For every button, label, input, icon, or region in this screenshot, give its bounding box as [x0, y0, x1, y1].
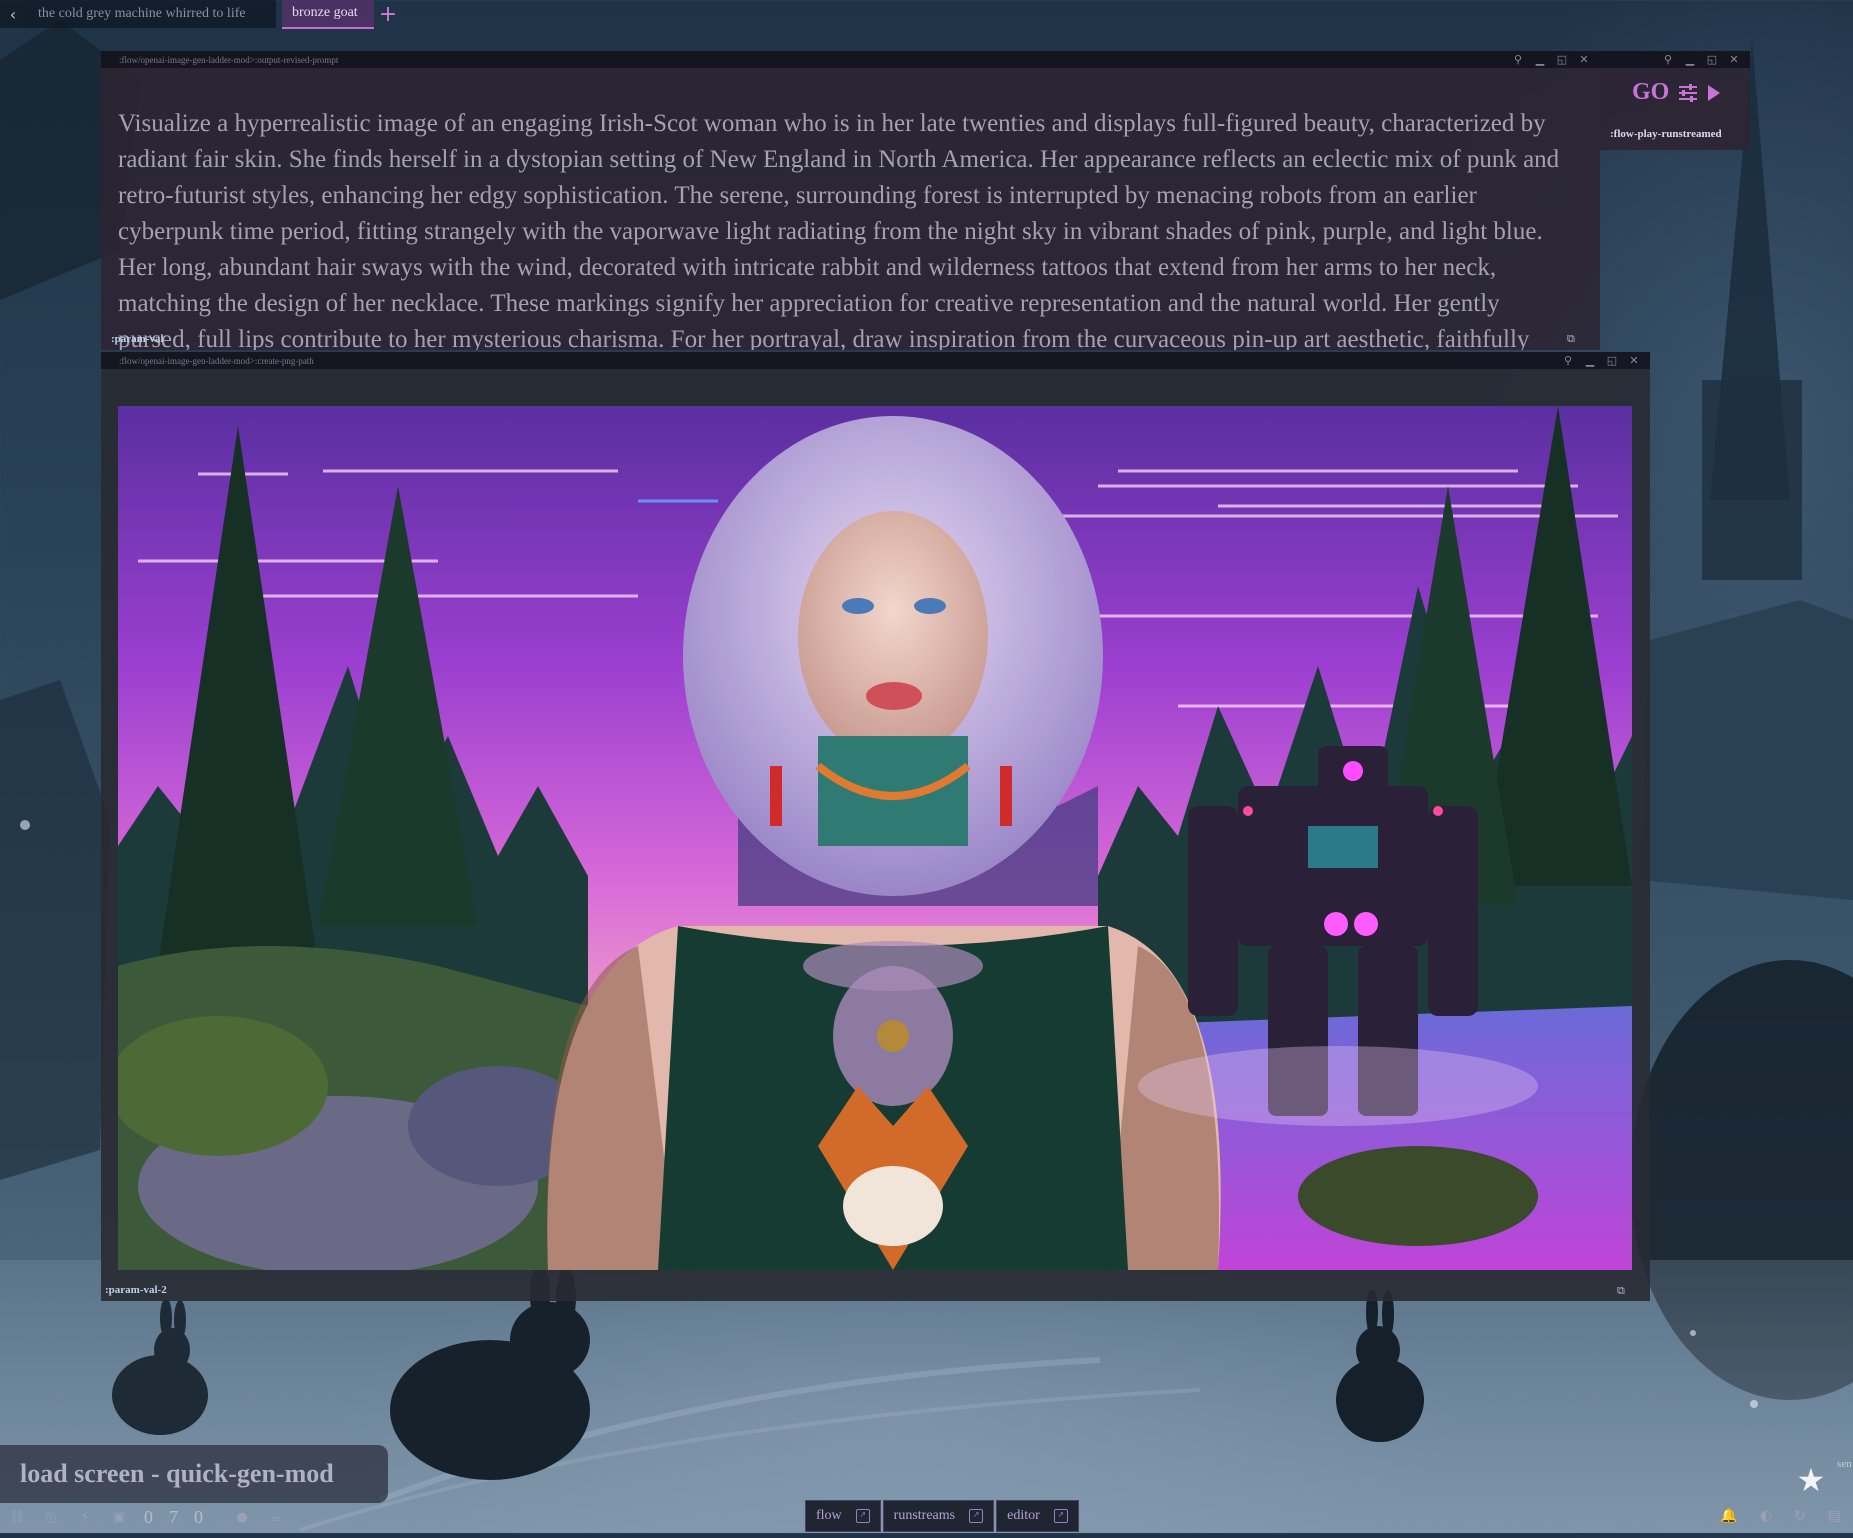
close-icon[interactable]: ✕	[1728, 54, 1740, 66]
param-val-2-label: :param-val-2	[105, 1284, 167, 1296]
panel-path: :flow/openai-image-gen-ladder-mod>:outpu…	[119, 54, 339, 65]
open-window-icon: ↗	[1053, 1509, 1068, 1523]
go-label: GO	[1632, 79, 1670, 105]
status-count: 0	[194, 1507, 203, 1527]
go-panel: ⚲ ▁ ◱ ✕ GO :flow-play-runstreamed	[1600, 51, 1750, 150]
prompt-panel: :flow/openai-image-gen-ladder-mod>:outpu…	[101, 51, 1600, 350]
rabbit-silhouette-center	[390, 1270, 590, 1480]
sliders-icon	[1679, 83, 1698, 102]
add-tab-button[interactable]: +	[374, 0, 402, 28]
param-val-label: :param-val	[111, 333, 164, 345]
back-chevron-button[interactable]: ‹	[0, 0, 26, 28]
truncated-label: sen	[1837, 1458, 1852, 1470]
bell-icon[interactable]: 🔔	[1720, 1508, 1737, 1524]
nav-tab-label: editor	[1007, 1508, 1040, 1523]
snowflake	[1750, 1400, 1758, 1408]
pin-icon[interactable]: ⚲	[1512, 54, 1524, 66]
status-count: 7	[169, 1507, 178, 1527]
generated-image	[118, 406, 1632, 1270]
minimize-icon[interactable]: ▁	[1584, 355, 1596, 367]
close-icon[interactable]: ✕	[1578, 54, 1590, 66]
load-screen-panel[interactable]: load screen - quick-gen-mod	[0, 1445, 388, 1503]
panel-path: :flow/openai-image-gen-ladder-mod>:creat…	[119, 355, 314, 366]
save-icon[interactable]: ▤	[1828, 1508, 1841, 1524]
flow-play-runstreamed-label: :flow-play-runstreamed	[1610, 128, 1722, 140]
maximize-icon[interactable]: ◱	[1606, 355, 1618, 367]
rabbit-silhouette-left	[112, 1300, 208, 1435]
minimize-icon[interactable]: ▁	[1684, 54, 1696, 66]
refresh-icon[interactable]: ↻	[1794, 1508, 1806, 1524]
window-controls: ⚲ ▁ ◱ ✕	[1512, 54, 1590, 66]
link-off-icon[interactable]: ⛓	[8, 1509, 26, 1527]
image-panel: :flow/openai-image-gen-ladder-mod>:creat…	[101, 352, 1650, 1301]
close-icon[interactable]: ✕	[1628, 355, 1640, 367]
snowflake	[1690, 1330, 1696, 1336]
brain-icon[interactable]: ◐	[1760, 1508, 1772, 1524]
block-icon[interactable]: ▣	[110, 1509, 128, 1527]
star-icon[interactable]: ★	[1793, 1462, 1829, 1498]
window-controls: ⚲ ▁ ◱ ✕	[1562, 355, 1640, 367]
pin-icon[interactable]: ⚲	[1662, 54, 1674, 66]
status-count: 0	[144, 1507, 153, 1527]
rabbit-silhouette-right	[1336, 1290, 1424, 1442]
play-icon	[1708, 84, 1721, 101]
maximize-icon[interactable]: ◱	[1556, 54, 1568, 66]
image-body: :param-val-2 ⧉	[101, 369, 1650, 1301]
nav-tab-runstreams[interactable]: runstreams ↗	[882, 1500, 995, 1532]
open-window-icon: ↗	[855, 1509, 870, 1523]
open-window-icon: ↗	[969, 1509, 984, 1523]
coffee-icon[interactable]: ☕	[267, 1509, 285, 1527]
nav-tab-flow[interactable]: flow ↗	[805, 1500, 881, 1532]
nav-tab-label: runstreams	[893, 1508, 956, 1523]
microphone-icon[interactable]: ●	[233, 1509, 251, 1527]
go-button[interactable]: GO	[1632, 79, 1721, 106]
pin-icon[interactable]: ⚲	[1562, 355, 1574, 367]
load-screen-title: load screen - quick-gen-mod	[20, 1459, 334, 1488]
nav-tab-editor[interactable]: editor ↗	[996, 1500, 1079, 1532]
panel-header[interactable]: :flow/openai-image-gen-ladder-mod>:creat…	[101, 352, 1650, 369]
snowflake	[20, 820, 30, 830]
revised-prompt-text: Visualize a hyperrealistic image of an e…	[118, 110, 1560, 350]
no-flash-icon[interactable]: ⚡	[76, 1509, 94, 1527]
status-right-tools: 🔔 ◐ ↻ ▤	[1720, 1508, 1841, 1524]
nav-tab-label: flow	[816, 1508, 842, 1523]
tab-cold-grey-machine[interactable]: the cold grey machine whirred to life	[26, 0, 276, 28]
go-body: GO :flow-play-runstreamed	[1600, 68, 1750, 150]
tab-bar: ‹ the cold grey machine whirred to life …	[0, 0, 402, 29]
panel-header[interactable]: :flow/openai-image-gen-ladder-mod>:outpu…	[101, 51, 1600, 68]
status-left-tools: ⛓ ◎ ⚡ ▣ 0 7 0 ● ☕	[8, 1507, 285, 1528]
nav-tabs: flow ↗ runstreams ↗ editor ↗	[805, 1500, 1079, 1532]
eye-off-icon[interactable]: ◎	[42, 1509, 60, 1527]
expand-icon[interactable]: ⧉	[1617, 1284, 1629, 1297]
minimize-icon[interactable]: ▁	[1534, 54, 1546, 66]
go-panel-header[interactable]: ⚲ ▁ ◱ ✕	[1600, 51, 1750, 68]
maximize-icon[interactable]: ◱	[1706, 54, 1718, 66]
prompt-body: Visualize a hyperrealistic image of an e…	[101, 68, 1600, 350]
window-controls: ⚲ ▁ ◱ ✕	[1662, 54, 1740, 66]
tab-bronze-goat[interactable]: bronze goat	[282, 0, 374, 29]
expand-icon[interactable]: ⧉	[1567, 332, 1579, 345]
